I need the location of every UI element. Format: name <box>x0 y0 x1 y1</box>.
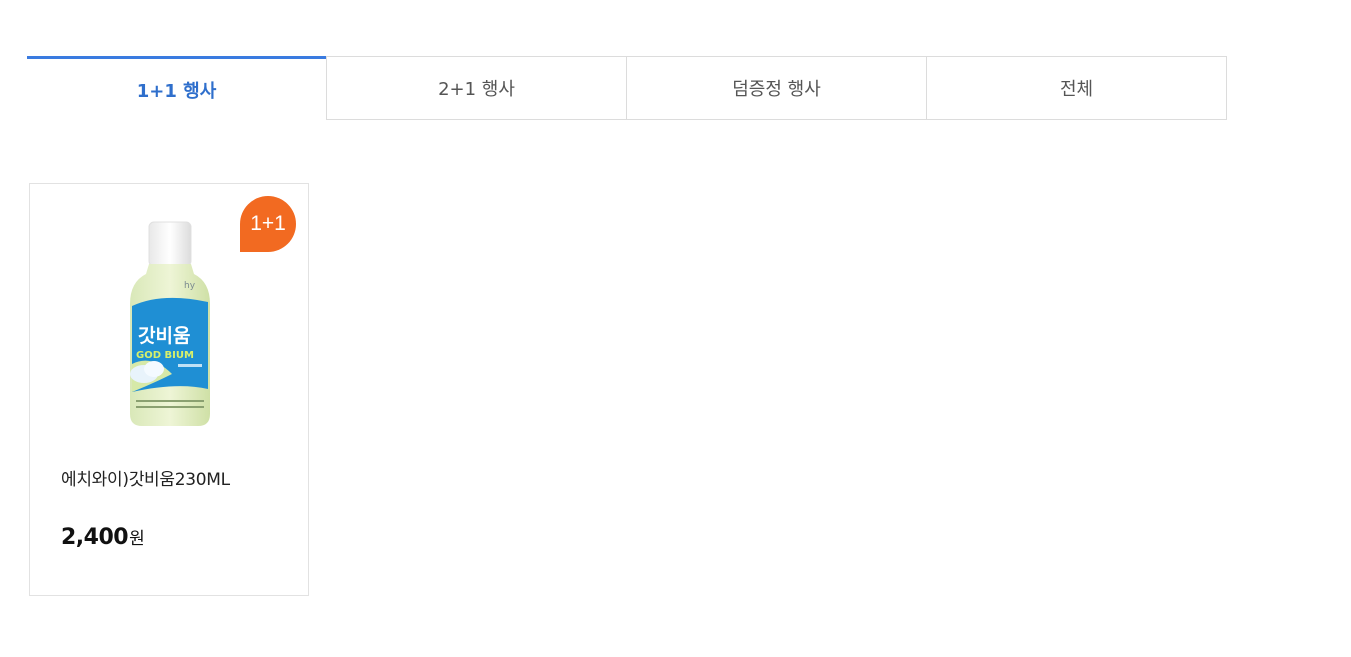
tab-all[interactable]: 전체 <box>927 56 1227 120</box>
promotion-tabs: 1+1 행사 2+1 행사 덤증정 행사 전체 <box>27 56 1227 120</box>
price-value: 2,400 <box>61 525 129 550</box>
promotion-page: 1+1 행사 2+1 행사 덤증정 행사 전체 hy 갓비움 GOD BIUM … <box>0 0 1351 657</box>
svg-text:GOD BIUM: GOD BIUM <box>136 350 194 361</box>
svg-text:갓비움: 갓비움 <box>138 325 190 347</box>
promotion-badge: 1+1 <box>240 196 296 252</box>
product-price: 2,400 원 <box>61 524 145 550</box>
tab-1plus1[interactable]: 1+1 행사 <box>27 56 326 120</box>
svg-text:hy: hy <box>184 281 196 291</box>
tab-bonus-gift[interactable]: 덤증정 행사 <box>627 56 927 120</box>
product-name[interactable]: 에치와이)갓비움230ML <box>61 465 230 490</box>
tab-2plus1[interactable]: 2+1 행사 <box>326 56 627 120</box>
product-card[interactable]: hy 갓비움 GOD BIUM 1+1 에치와이)갓비움230ML 2,400 … <box>29 183 309 596</box>
drink-bottle-image: hy 갓비움 GOD BIUM <box>130 221 210 426</box>
price-unit: 원 <box>129 529 145 549</box>
